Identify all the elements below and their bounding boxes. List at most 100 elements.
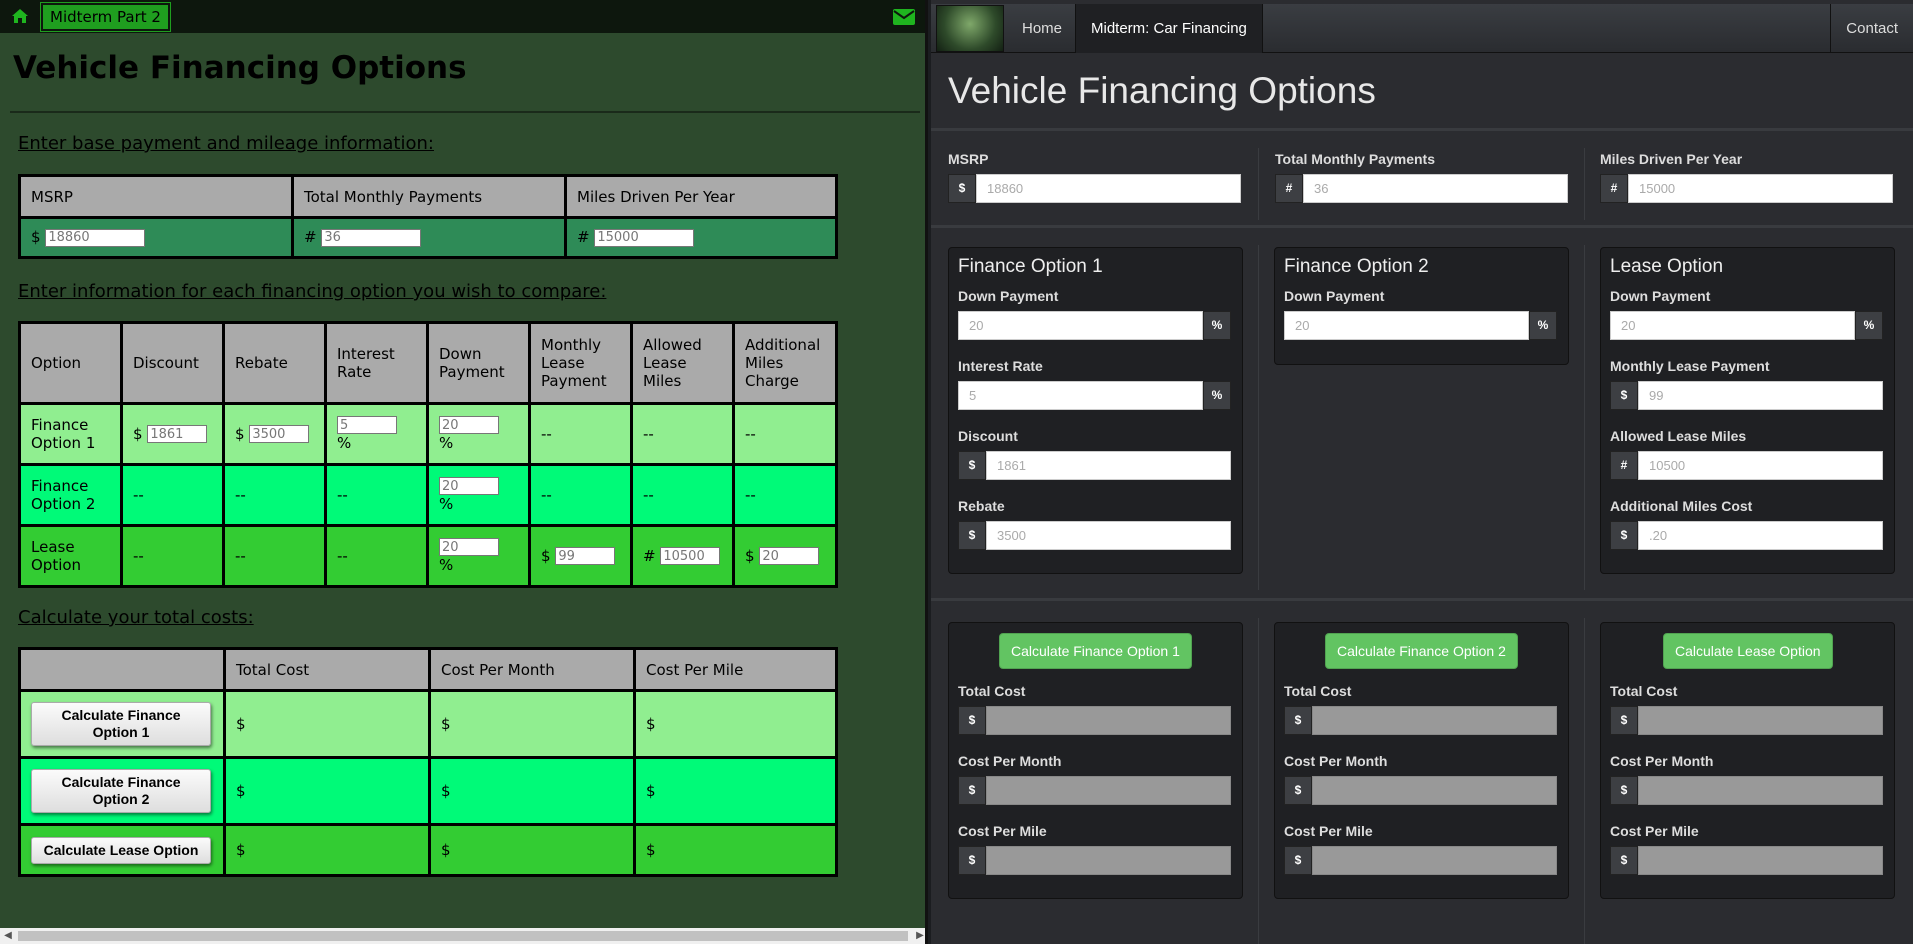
column-divider	[1258, 245, 1259, 590]
down-payment-label: Down Payment	[1610, 288, 1711, 304]
divider	[10, 111, 920, 113]
interest-input[interactable]	[337, 416, 397, 435]
section-heading-calculate: Calculate your total costs:	[18, 607, 254, 628]
calculate-finance-option-1-button[interactable]: Calculate Finance Option 1	[999, 633, 1192, 669]
interest-rate-input-group: %	[958, 381, 1231, 410]
monthly-lease-input[interactable]	[1638, 381, 1883, 410]
allowed-lease-miles-input[interactable]	[1638, 451, 1883, 480]
down-payment-input[interactable]	[1284, 311, 1529, 340]
rebate-input[interactable]	[249, 425, 310, 444]
additional-miles-cost-input[interactable]	[1638, 521, 1883, 550]
down-payment-input[interactable]	[439, 538, 499, 557]
dollar-addon: $	[1610, 706, 1638, 735]
dollar-addon: $	[958, 846, 986, 875]
lease-miles-input[interactable]	[660, 547, 721, 566]
down-payment-input-group: %	[1284, 311, 1557, 340]
rebate-label: Rebate	[958, 498, 1005, 514]
header-option: Option	[18, 321, 123, 405]
cost-per-month-label: Cost Per Month	[1284, 753, 1388, 769]
placeholder-cell: --	[324, 463, 429, 527]
rebate-input-group: $	[958, 521, 1231, 550]
option-name: Finance Option 2	[18, 463, 123, 527]
cost-per-month-output	[1312, 776, 1557, 805]
hash-prefix: #	[577, 228, 590, 247]
monthly-lease-cell: $	[528, 524, 633, 588]
discount-input[interactable]	[147, 425, 208, 444]
dollar-addon: $	[1610, 521, 1638, 550]
scroll-right-icon[interactable]: ▶	[912, 928, 925, 944]
total-cost-label: Total Cost	[958, 683, 1026, 699]
dollar-prefix: $	[745, 546, 755, 565]
placeholder-cell: --	[222, 463, 327, 527]
hash-prefix: #	[304, 228, 317, 247]
header-monthly-lease-payment: Monthly Lease Payment	[528, 321, 633, 405]
miles-driven-input[interactable]	[594, 228, 695, 247]
divider	[931, 225, 1913, 228]
dollar-addon: $	[958, 706, 986, 735]
option-name: Lease Option	[18, 524, 123, 588]
table-row: Finance Option 2 -- -- -- % -- -- --	[18, 463, 838, 527]
down-payment-input[interactable]	[958, 311, 1203, 340]
calculate-lease-option-button[interactable]: Calculate Lease Option	[31, 836, 211, 864]
envelope-icon[interactable]	[893, 9, 915, 25]
down-cell: %	[426, 524, 531, 588]
scroll-left-icon[interactable]: ◀	[0, 928, 16, 944]
header-total-cost: Total Cost	[223, 647, 431, 692]
finance-option-2-panel: Finance Option 2 Down Payment %	[1274, 247, 1569, 365]
percent-suffix: %	[337, 434, 352, 453]
monthly-lease-input[interactable]	[555, 547, 616, 566]
finance-option-2-results-panel: Calculate Finance Option 2 Total Cost $ …	[1274, 622, 1569, 899]
panel-title: Finance Option 1	[958, 256, 1103, 277]
hash-addon: #	[1600, 174, 1628, 203]
navbar: Home Midterm: Car Financing Contact	[931, 4, 1913, 53]
total-monthly-payments-input[interactable]	[1303, 174, 1568, 203]
down-payment-input[interactable]	[439, 416, 499, 435]
discount-cell: $	[120, 402, 225, 466]
placeholder-cell: --	[528, 463, 633, 527]
nav-contact[interactable]: Contact	[1830, 4, 1913, 53]
msrp-input[interactable]	[976, 174, 1241, 203]
calculate-finance-option-1-button[interactable]: Calculate Finance Option 1	[31, 702, 211, 746]
cost-per-mile-output-group: $	[1610, 846, 1883, 875]
logo[interactable]	[936, 5, 1004, 52]
total-monthly-payments-input[interactable]	[321, 228, 422, 247]
miles-driven-input[interactable]	[1628, 174, 1893, 203]
down-cell: %	[426, 463, 531, 527]
total-cost-output-group: $	[1284, 706, 1557, 735]
button-cell: Calculate Lease Option	[18, 823, 226, 877]
interest-rate-input[interactable]	[958, 381, 1203, 410]
discount-input[interactable]	[986, 451, 1231, 480]
cost-per-month-cell: $	[428, 756, 636, 826]
section-heading-options: Enter information for each financing opt…	[18, 281, 607, 302]
dollar-prefix: $	[235, 424, 245, 443]
tab-midterm-part-2[interactable]: Midterm Part 2	[40, 2, 171, 32]
down-payment-input[interactable]	[1610, 311, 1855, 340]
down-payment-input-group: %	[1610, 311, 1883, 340]
msrp-input-group: $	[948, 174, 1241, 203]
home-icon[interactable]	[11, 8, 29, 24]
scrollbar-thumb[interactable]	[18, 931, 908, 941]
nav-midterm-car-financing[interactable]: Midterm: Car Financing	[1075, 4, 1263, 53]
calculate-finance-option-2-button[interactable]: Calculate Finance Option 2	[31, 769, 211, 813]
nav-home[interactable]: Home	[1007, 4, 1077, 53]
cost-per-mile-output-group: $	[958, 846, 1231, 875]
cost-per-mile-output-group: $	[1284, 846, 1557, 875]
percent-suffix: %	[439, 434, 454, 453]
miles-charge-input[interactable]	[759, 547, 820, 566]
dollar-addon: $	[958, 521, 986, 550]
down-payment-input[interactable]	[439, 477, 499, 496]
additional-miles-cost-label: Additional Miles Cost	[1610, 498, 1753, 514]
cost-per-mile-label: Cost Per Mile	[958, 823, 1047, 839]
calculate-lease-option-button[interactable]: Calculate Lease Option	[1663, 633, 1833, 669]
down-payment-label: Down Payment	[958, 288, 1059, 304]
calculate-finance-option-2-button[interactable]: Calculate Finance Option 2	[1325, 633, 1518, 669]
msrp-input[interactable]	[45, 228, 146, 247]
base-info-table: MSRP Total Monthly Payments Miles Driven…	[18, 174, 838, 259]
header-blank	[18, 647, 226, 692]
horizontal-scrollbar[interactable]: ◀ ▶	[0, 928, 925, 944]
panel-title: Lease Option	[1610, 256, 1724, 277]
column-divider	[1584, 618, 1585, 944]
percent-addon: %	[1203, 311, 1231, 340]
rebate-input[interactable]	[986, 521, 1231, 550]
total-cost-cell: $	[223, 756, 431, 826]
